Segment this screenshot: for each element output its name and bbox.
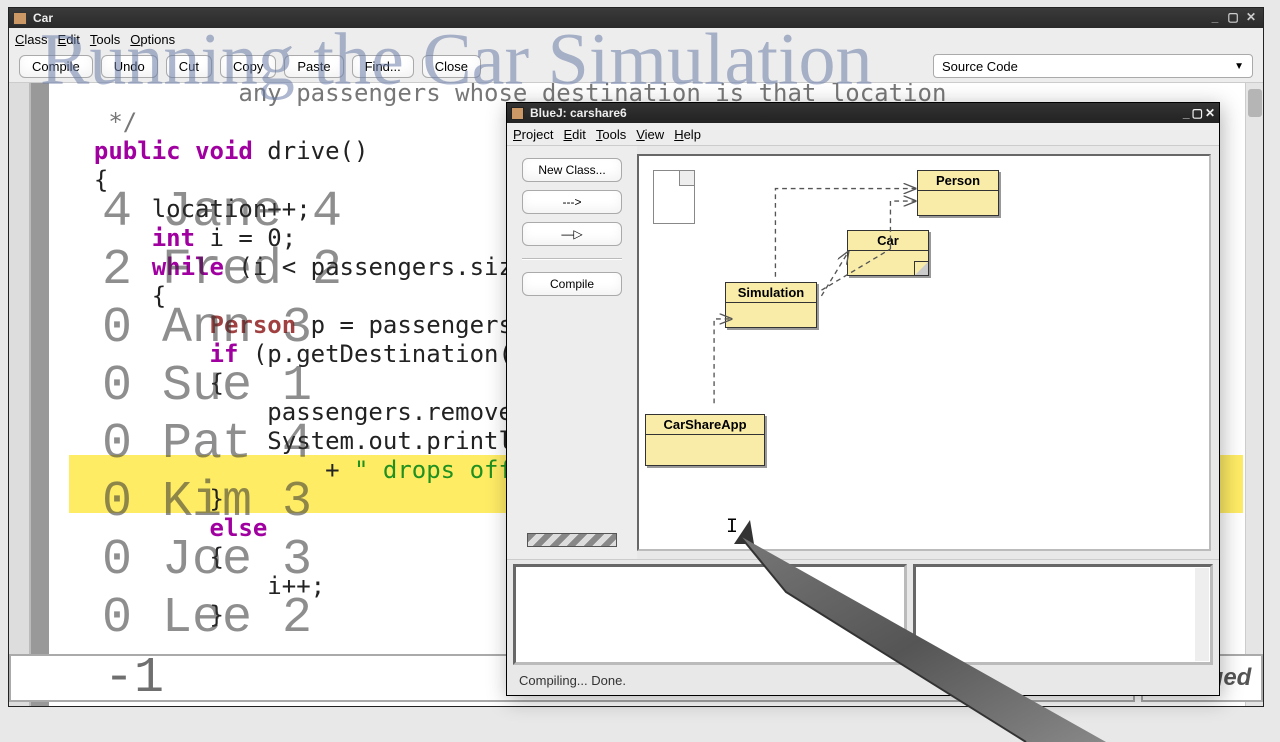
- sidebar-divider: [522, 258, 622, 260]
- object-bench-right[interactable]: [913, 564, 1213, 665]
- view-selector-value: Source Code: [942, 59, 1018, 74]
- menu-project[interactable]: Project: [513, 127, 553, 142]
- view-selector[interactable]: Source Code ▼: [933, 54, 1253, 78]
- inherit-arrow-button[interactable]: —▷: [522, 222, 622, 246]
- minimize-icon[interactable]: _: [1207, 11, 1223, 25]
- paste-button[interactable]: Paste: [284, 55, 343, 78]
- new-class-button[interactable]: New Class...: [522, 158, 622, 182]
- class-title: CarShareApp: [646, 415, 764, 435]
- editor-title: Car: [33, 11, 53, 25]
- close-button[interactable]: Close: [422, 55, 481, 78]
- editor-menubar: Class Edit Tools Options: [9, 28, 1263, 50]
- menu-options[interactable]: Options: [130, 32, 175, 47]
- editor-gutter: [9, 83, 31, 706]
- sentinel-overlay: -1: [104, 650, 164, 707]
- menu-edit[interactable]: Edit: [58, 32, 80, 47]
- object-bench[interactable]: [507, 559, 1219, 669]
- cut-button[interactable]: Cut: [166, 55, 212, 78]
- class-title: Simulation: [726, 283, 816, 303]
- sidebar-compile-button[interactable]: Compile: [522, 272, 622, 296]
- close-icon[interactable]: ✕: [1243, 11, 1259, 25]
- menu-tools[interactable]: Tools: [90, 32, 120, 47]
- editor-fold-gutter: [31, 83, 49, 706]
- class-box-person[interactable]: Person: [917, 170, 999, 216]
- compile-status: Compiling... Done.: [507, 669, 1219, 695]
- scrollbar-thumb[interactable]: [1248, 89, 1262, 117]
- class-box-simulation[interactable]: Simulation: [725, 282, 817, 328]
- close-icon[interactable]: ✕: [1205, 106, 1215, 120]
- compile-button[interactable]: Compile: [19, 55, 93, 78]
- vertical-scrollbar[interactable]: [1245, 83, 1263, 706]
- object-bench-left[interactable]: [513, 564, 907, 665]
- bluej-titlebar[interactable]: BlueJ: carshare6 _ ▢ ✕: [507, 103, 1219, 123]
- class-title: Person: [918, 171, 998, 191]
- editor-titlebar[interactable]: Car _ ▢ ✕: [9, 8, 1263, 28]
- menu-tools[interactable]: Tools: [596, 127, 626, 142]
- menu-class[interactable]: Class: [15, 32, 48, 47]
- copy-button[interactable]: Copy: [220, 55, 276, 78]
- bluej-file-icon: [13, 12, 27, 25]
- progress-stripe: [527, 533, 617, 547]
- chevron-down-icon: ▼: [1234, 61, 1244, 72]
- maximize-icon[interactable]: ▢: [1192, 106, 1203, 120]
- class-box-carshareapp[interactable]: CarShareApp: [645, 414, 765, 466]
- find-button[interactable]: Find...: [352, 55, 414, 78]
- maximize-icon[interactable]: ▢: [1225, 11, 1241, 25]
- uses-arrow-button[interactable]: --->: [522, 190, 622, 214]
- bluej-window: BlueJ: carshare6 _ ▢ ✕ Project Edit Tool…: [506, 102, 1220, 696]
- bluej-title-text: BlueJ: carshare6: [530, 106, 627, 120]
- menu-view[interactable]: View: [636, 127, 664, 142]
- readme-icon[interactable]: [653, 170, 695, 224]
- bluej-app-icon: [511, 107, 524, 120]
- bluej-menubar: Project Edit Tools View Help: [507, 123, 1219, 145]
- menu-help[interactable]: Help: [674, 127, 701, 142]
- class-box-car[interactable]: Car: [847, 230, 929, 276]
- menu-edit[interactable]: Edit: [563, 127, 585, 142]
- minimize-icon[interactable]: _: [1183, 106, 1190, 120]
- undo-button[interactable]: Undo: [101, 55, 158, 78]
- editor-toolbar: Compile Undo Cut Copy Paste Find... Clos…: [9, 50, 1263, 82]
- bluej-sidebar: New Class... ---> —▷ Compile: [507, 146, 637, 559]
- class-title: Car: [848, 231, 928, 251]
- class-diagram-canvas[interactable]: Person Car Simulation CarShareApp: [637, 154, 1211, 551]
- bench-scrollbar[interactable]: [1195, 568, 1209, 661]
